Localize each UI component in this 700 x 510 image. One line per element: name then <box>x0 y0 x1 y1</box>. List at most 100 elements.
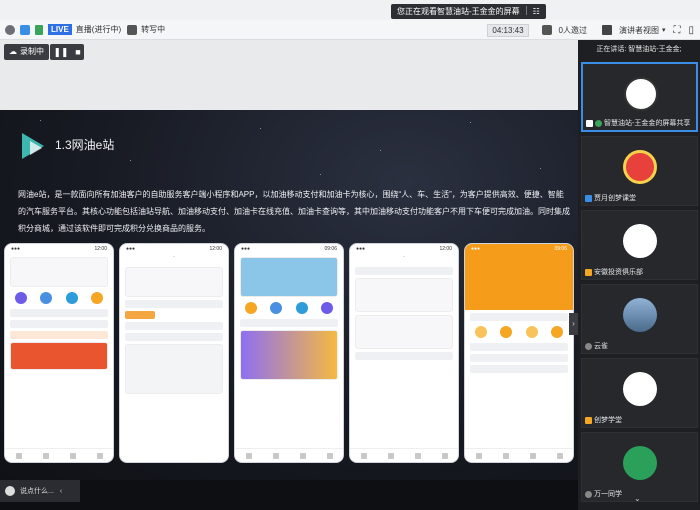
phone-icons <box>8 292 110 304</box>
slide-body: 网油e站，是一款面向所有加油客户的自助服务客户端小程序和APP，以加油移动支付和… <box>18 190 570 233</box>
participant-tile[interactable]: 贾月创梦课堂 <box>581 136 698 206</box>
phone-row <box>470 365 568 373</box>
participants-panel: 正在讲话: 智慧油站-王金金; 智慧油站-王金金的屏幕共享 贾月创梦课堂 安徽投… <box>578 40 700 510</box>
toolbar: LIVE 直播(进行中) 转写中 04:13:43 0人邀过 演讲者视图 ▾ ⛶… <box>0 20 700 40</box>
phone-tabbar <box>5 448 113 462</box>
cloud-icon: ☁ <box>9 47 17 56</box>
phone-card <box>240 330 338 380</box>
participant-name-text: 创梦学堂 <box>594 417 622 424</box>
meeting-timer: 04:13:43 <box>487 23 529 37</box>
star <box>260 128 261 129</box>
avatar <box>624 77 658 111</box>
participant-name-text: 云雀 <box>594 343 608 350</box>
phone-icons <box>468 326 570 338</box>
meeting-window: 您正在观看智慧油站-王金金的屏幕 ☷ LIVE 直播(进行中) 转写中 04:13… <box>0 0 700 510</box>
avatar <box>623 298 657 332</box>
participant-tile[interactable]: 云雀 <box>581 284 698 354</box>
phone-row <box>470 313 568 321</box>
attendees-icon <box>541 25 552 35</box>
live-status[interactable]: 直播(进行中) <box>76 24 121 35</box>
mic-icon <box>595 119 602 127</box>
info-icon[interactable] <box>5 24 15 35</box>
phone-card <box>10 257 108 287</box>
recording-badge[interactable]: ☁ 录制中 <box>4 44 49 60</box>
stage-top: ☁ 录制中 ❚❚ ■ <box>0 40 578 110</box>
pause-icon[interactable]: ❚❚ <box>53 47 68 58</box>
star <box>320 174 321 175</box>
participant-name-text: 智慧油站-王金金的屏幕共享 <box>604 120 691 127</box>
participant-name-text: 贾月创梦课堂 <box>594 195 636 202</box>
phone-row <box>470 354 568 362</box>
avatar <box>623 150 657 184</box>
participant-name: 创梦学堂 <box>585 415 622 425</box>
exit-fullscreen-icon[interactable]: ☷ <box>533 7 540 16</box>
phone-row <box>125 333 223 341</box>
transcribe-status[interactable]: 转写中 <box>141 24 165 35</box>
screen-share-banner[interactable]: 您正在观看智慧油站-王金金的屏幕 ☷ <box>391 4 546 19</box>
participant-tile[interactable]: 智慧油站-王金金的屏幕共享 <box>581 62 698 132</box>
phone-row <box>355 267 453 275</box>
participant-name-text: 安徽投资俱乐部 <box>594 269 643 276</box>
chevron-down-icon[interactable]: ⌄ <box>634 494 641 503</box>
top-strip: 您正在观看智慧油站-王金金的屏幕 ☷ <box>0 0 700 20</box>
screen-icon <box>586 119 593 127</box>
chevron-left-icon[interactable]: ‹ <box>60 488 62 495</box>
phone-status-bar: ●●● 12:00 <box>126 246 222 252</box>
phone-status-bar: ●●● 12:00 <box>356 246 452 252</box>
user-icon <box>585 342 592 350</box>
phone-screenshot: ●●● 09:06 <box>234 243 344 463</box>
phone-card <box>355 315 453 349</box>
avatar <box>623 224 657 258</box>
participant-name: 智慧油站-王金金的屏幕共享 <box>586 118 690 128</box>
phone-banner <box>10 342 108 370</box>
participant-name-text: 万一同学 <box>594 491 622 498</box>
phone-row <box>125 311 155 319</box>
view-mode[interactable]: 演讲者视图 <box>619 25 659 36</box>
participant-name: 万一同学 <box>585 489 622 499</box>
shield-icon[interactable] <box>20 24 30 35</box>
chat-input-bar[interactable]: 说点什么... ‹ <box>0 480 80 502</box>
presentation-stage: ☁ 录制中 ❚❚ ■ 1.3网油e站 网油e站，是一款面向所有加油客户的自助服务… <box>0 40 578 510</box>
speaking-indicator: 正在讲话: 智慧油站-王金金; <box>596 46 682 53</box>
phone-tabbar <box>235 448 343 462</box>
recording-controls: ❚❚ ■ <box>50 44 84 60</box>
phone-tabbar <box>350 448 458 462</box>
layout-icon[interactable]: ▯ <box>688 25 694 36</box>
avatar <box>623 446 657 480</box>
phone-status-bar: ●●● 09:06 <box>241 246 337 252</box>
signal-icon <box>35 24 43 35</box>
phone-screenshot: ●●● 09:06 <box>464 243 574 463</box>
avatar <box>5 486 15 496</box>
star <box>470 122 471 123</box>
star <box>40 120 41 121</box>
user-icon <box>585 194 592 202</box>
stop-icon[interactable]: ■ <box>75 47 80 57</box>
phone-icons <box>238 302 340 314</box>
participant-tile[interactable]: 创梦学堂 <box>581 358 698 428</box>
phone-row <box>10 331 108 339</box>
user-icon <box>585 416 592 424</box>
transcribe-icon <box>127 24 138 35</box>
attendees-count[interactable]: 0人邀过 <box>559 25 587 36</box>
star <box>130 160 131 161</box>
phone-row <box>125 322 223 330</box>
phone-row <box>125 300 223 308</box>
phone-banner <box>240 257 338 297</box>
phone-screenshot: ●●● 12:00 · <box>119 243 229 463</box>
phone-card <box>125 267 223 297</box>
phone-row <box>10 309 108 317</box>
participant-tile[interactable]: 万一同学 <box>581 432 698 502</box>
phone-card <box>355 278 453 312</box>
chevron-right-icon[interactable]: › <box>569 313 578 335</box>
shared-slide: 1.3网油e站 网油e站，是一款面向所有加油客户的自助服务客户端小程序和APP，… <box>0 110 578 480</box>
avatar <box>623 372 657 406</box>
star <box>380 150 381 151</box>
participant-tile[interactable]: 安徽投资俱乐部 <box>581 210 698 280</box>
phone-row <box>470 343 568 351</box>
screen-share-banner-text: 您正在观看智慧油站-王金金的屏幕 <box>397 7 520 16</box>
chevron-down-icon[interactable]: ▾ <box>662 26 666 34</box>
phone-row <box>355 352 453 360</box>
fullscreen-icon[interactable]: ⛶ <box>673 25 680 36</box>
chat-placeholder: 说点什么... <box>20 488 54 495</box>
participant-name: 贾月创梦课堂 <box>585 193 636 203</box>
